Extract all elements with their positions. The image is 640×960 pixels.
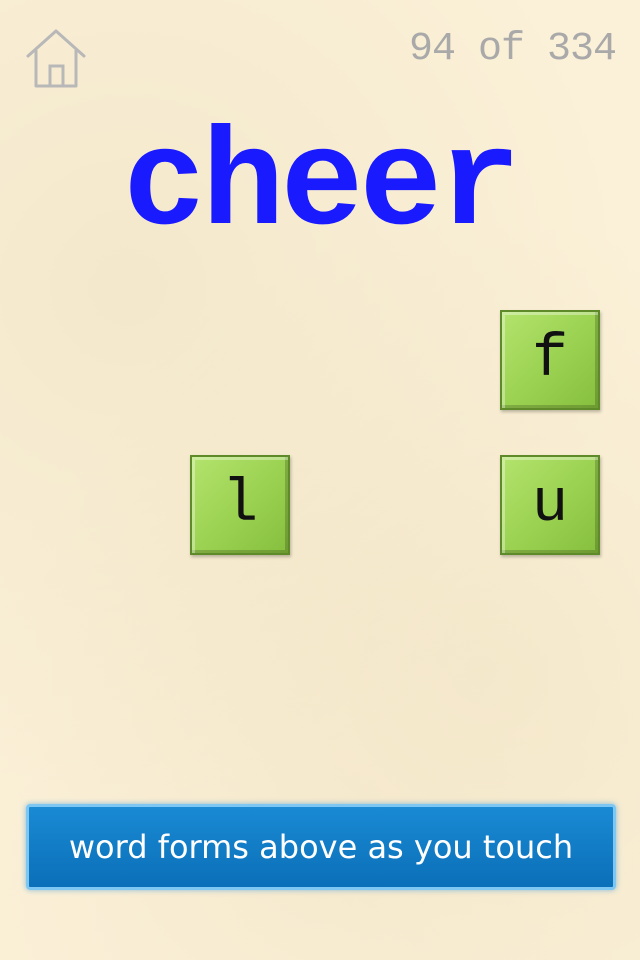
letter-tile-f[interactable]: f — [500, 310, 600, 410]
letter-tile-l[interactable]: l — [190, 455, 290, 555]
progress-counter: 94 of 334 — [408, 27, 617, 72]
hint-banner: word forms above as you touch — [26, 804, 616, 890]
house-icon — [26, 29, 86, 88]
letter-tile-u[interactable]: u — [500, 455, 600, 555]
hint-text: word forms above as you touch — [68, 828, 574, 866]
home-button[interactable] — [22, 24, 90, 92]
target-word: cheer — [122, 109, 521, 265]
